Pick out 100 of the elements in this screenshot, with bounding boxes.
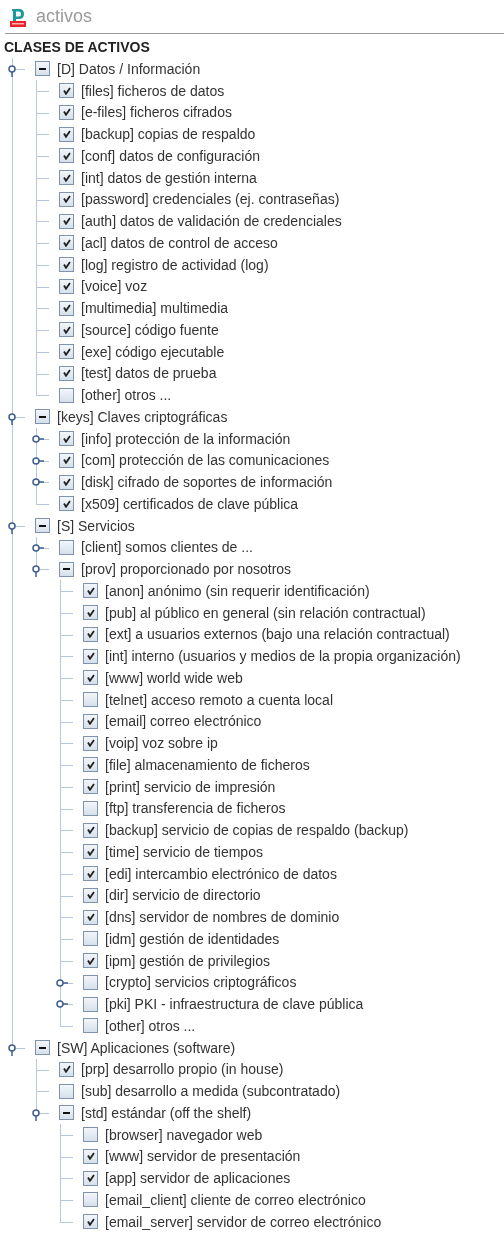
tree-item[interactable]: [int] interno (usuarios y medios de la propia organización)	[105, 648, 461, 665]
checkbox[interactable]	[83, 1148, 98, 1164]
tree-item[interactable]: [dns] servidor de nombres de dominio	[105, 909, 340, 926]
checkbox[interactable]	[35, 409, 50, 425]
checkbox[interactable]	[83, 735, 98, 751]
checkbox[interactable]	[35, 518, 50, 534]
tree-item[interactable]: [exe] código ejecutable	[81, 343, 225, 360]
checkbox[interactable]	[35, 1040, 50, 1056]
checkbox[interactable]	[59, 170, 74, 186]
tree-item[interactable]: [client] somos clientes de ...	[81, 539, 253, 556]
checkbox[interactable]	[59, 83, 74, 99]
checkbox[interactable]	[59, 387, 74, 403]
checkbox[interactable]	[83, 670, 98, 686]
tree-item[interactable]: [time] servicio de tiempos	[105, 843, 263, 860]
tree-item[interactable]: [prov] proporcionado por nosotros	[81, 561, 292, 578]
checkbox[interactable]	[83, 605, 98, 621]
checkbox[interactable]	[83, 692, 98, 708]
checkbox[interactable]	[59, 191, 74, 207]
checkbox[interactable]	[59, 344, 74, 360]
tree-item[interactable]: [disk] cifrado de soportes de información	[81, 474, 333, 491]
checkbox[interactable]	[59, 1105, 74, 1121]
checkbox[interactable]	[83, 996, 98, 1012]
checkbox[interactable]	[83, 1170, 98, 1186]
tree-item[interactable]: [D] Datos / Información	[57, 60, 201, 77]
checkbox[interactable]	[83, 844, 98, 860]
tree-item[interactable]: [acl] datos de control de acceso	[81, 234, 278, 251]
tree-item[interactable]: [std] estándar (off the shelf)	[81, 1104, 252, 1121]
checkbox[interactable]	[83, 909, 98, 925]
checkbox[interactable]	[59, 539, 74, 555]
tree-item[interactable]: [pki] PKI - infraestructura de clave pública	[105, 996, 364, 1013]
checkbox[interactable]	[83, 822, 98, 838]
tree-item[interactable]: [SW] Aplicaciones (software)	[57, 1039, 236, 1056]
tree-item[interactable]: [backup] servicio de copias de respaldo (backup)	[105, 822, 409, 839]
checkbox[interactable]	[59, 365, 74, 381]
tree-item[interactable]: [ext] a usuarios externos (bajo una relación contractual)	[105, 626, 450, 643]
checkbox[interactable]	[35, 61, 50, 77]
checkbox[interactable]	[59, 452, 74, 468]
checkbox[interactable]	[83, 757, 98, 773]
tree-item[interactable]: [source] código fuente	[81, 321, 219, 338]
checkbox[interactable]	[59, 257, 74, 273]
tree-item[interactable]: [www] servidor de presentación	[105, 1148, 301, 1165]
tree-item[interactable]: [log] registro de actividad (log)	[81, 256, 269, 273]
tree-item[interactable]: [pub] al público en general (sin relación contractual)	[105, 604, 426, 621]
tree-item[interactable]: [telnet] acceso remoto a cuenta local	[105, 691, 334, 708]
tree-item[interactable]: [other] otros ...	[105, 1017, 196, 1034]
checkbox[interactable]	[83, 1127, 98, 1143]
tree-item[interactable]: [conf] datos de configuración	[81, 147, 260, 164]
checkbox[interactable]	[83, 583, 98, 599]
tree-item[interactable]: [password] credenciales (ej. contraseñas)	[81, 191, 340, 208]
tree-item[interactable]: [other] otros ...	[81, 387, 172, 404]
checkbox[interactable]	[59, 148, 74, 164]
tree-item[interactable]: [keys] Claves criptográficas	[57, 408, 228, 425]
tree-item[interactable]: [e-files] ficheros cifrados	[81, 104, 232, 121]
tree-item[interactable]: [x509] certificados de clave pública	[81, 495, 299, 512]
tree-item[interactable]: [email_server] servidor de correo electrónico	[105, 1213, 382, 1230]
tree-item[interactable]: [crypto] servicios criptográficos	[105, 974, 297, 991]
checkbox[interactable]	[59, 235, 74, 251]
checkbox[interactable]	[83, 1018, 98, 1034]
checkbox[interactable]	[83, 800, 98, 816]
checkbox[interactable]	[59, 300, 74, 316]
checkbox[interactable]	[59, 126, 74, 142]
tree-item[interactable]: [voip] voz sobre ip	[105, 735, 218, 752]
tree-item[interactable]: [anon] anónimo (sin requerir identificación)	[105, 582, 370, 599]
tree-item[interactable]: [app] servidor de aplicaciones	[105, 1170, 291, 1187]
checkbox[interactable]	[83, 1214, 98, 1230]
tree-item[interactable]: [prp] desarrollo propio (in house)	[81, 1061, 284, 1078]
tree-item[interactable]: [S] Servicios	[57, 517, 135, 534]
checkbox[interactable]	[59, 1083, 74, 1099]
tree-item[interactable]: [www] world wide web	[105, 669, 243, 686]
tree-item[interactable]: [edi] intercambio electrónico de datos	[105, 865, 337, 882]
checkbox[interactable]	[83, 626, 98, 642]
tree-item[interactable]: [print] servicio de impresión	[105, 778, 276, 795]
checkbox[interactable]	[59, 104, 74, 120]
tree-item[interactable]: [browser] navegador web	[105, 1126, 263, 1143]
tree-item[interactable]: [ftp] transferencia de ficheros	[105, 800, 286, 817]
checkbox[interactable]	[83, 713, 98, 729]
checkbox[interactable]	[83, 779, 98, 795]
tree-item[interactable]: [info] protección de la información	[81, 430, 291, 447]
tree-item[interactable]: [test] datos de prueba	[81, 365, 217, 382]
tree-item[interactable]: [idm] gestión de identidades	[105, 930, 280, 947]
tree-item[interactable]: [multimedia] multimedia	[81, 300, 229, 317]
tree-item[interactable]: [email_client] cliente de correo electrónico	[105, 1191, 366, 1208]
tree-item[interactable]: [voice] voz	[81, 278, 148, 295]
checkbox[interactable]	[59, 561, 74, 577]
checkbox[interactable]	[83, 953, 98, 969]
tree-item[interactable]: [dir] servicio de directorio	[105, 887, 261, 904]
checkbox[interactable]	[83, 974, 98, 990]
checkbox[interactable]	[59, 278, 74, 294]
tree-item[interactable]: [files] ficheros de datos	[81, 82, 225, 99]
checkbox[interactable]	[59, 1061, 74, 1077]
checkbox[interactable]	[83, 931, 98, 947]
tree-item[interactable]: [email] correo electrónico	[105, 713, 262, 730]
tree-item[interactable]: [int] datos de gestión interna	[81, 169, 257, 186]
checkbox[interactable]	[59, 431, 74, 447]
checkbox[interactable]	[83, 887, 98, 903]
tree-item[interactable]: [auth] datos de validación de credenciales	[81, 213, 342, 230]
checkbox[interactable]	[59, 474, 74, 490]
tree-item[interactable]: [file] almacenamiento de ficheros	[105, 756, 310, 773]
tree-item[interactable]: [ipm] gestión de privilegios	[105, 952, 270, 969]
tree-item[interactable]: [backup] copias de respaldo	[81, 126, 256, 143]
